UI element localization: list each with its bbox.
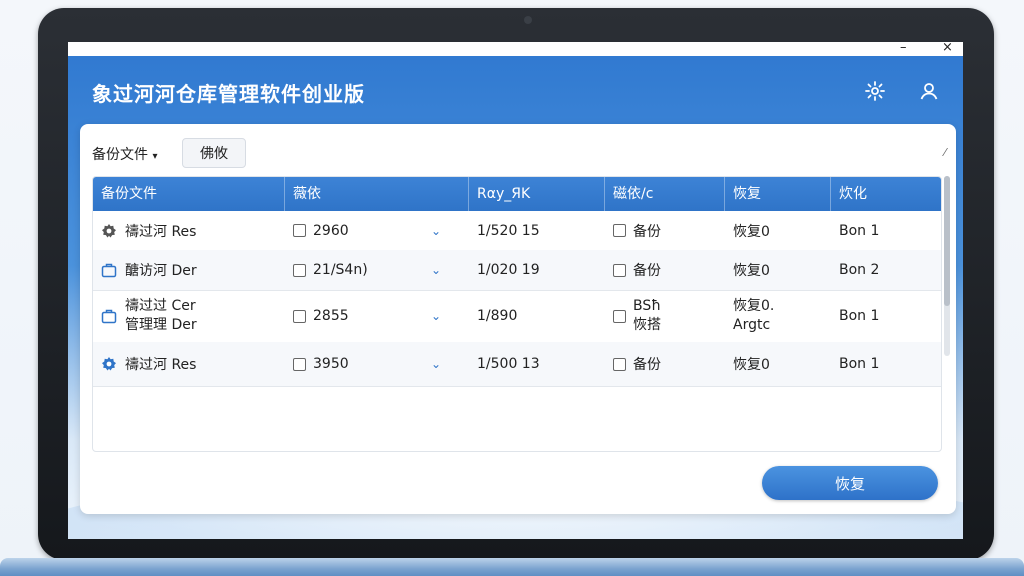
status-value: Bon 1 [839, 308, 880, 324]
user-icon[interactable] [918, 80, 940, 102]
date-value: 1/890 [477, 308, 518, 324]
type-value: 备份 [633, 357, 661, 373]
restore-value: 恢复0 [733, 357, 770, 373]
briefcase-icon [101, 263, 117, 278]
file-name-line1: 禱过过 Cer [125, 298, 196, 314]
collapse-icon[interactable]: ⁄ [944, 146, 946, 159]
row-checkbox[interactable] [293, 224, 306, 237]
row-checkbox[interactable] [293, 309, 306, 323]
restore-value-line2: Argtc [733, 317, 771, 333]
backup-file-dropdown[interactable]: 备份文件 ▾ [92, 144, 157, 164]
table-row[interactable]: 禱过河 Res 2960 ⌄ 1/520 15 备份 恢复0 Bon 1 [93, 211, 941, 251]
size-value: 2960 [313, 222, 349, 239]
chevron-down-icon[interactable]: ⌄ [431, 263, 441, 277]
size-value: 2855 [313, 308, 349, 324]
settings-sparkle-icon[interactable] [864, 80, 886, 102]
table-row[interactable]: 醣访河 Der 21/S4n) ⌄ 1/020 19 备份 恢复0 Bon 2 [93, 250, 941, 291]
row-checkbox[interactable] [293, 263, 306, 277]
table-row[interactable]: 禱过过 Cer 管理理 Der 2855 ⌄ 1/890 BSħ 恢搭 恢复0.… [93, 290, 941, 343]
type-value: 备份 [633, 263, 661, 279]
restore-button[interactable]: 恢复 [762, 466, 938, 500]
webcam [524, 16, 532, 24]
type-checkbox[interactable] [613, 357, 626, 371]
status-value: Bon 1 [839, 356, 880, 372]
date-value: 1/020 19 [477, 262, 540, 278]
col-header-status[interactable]: 炊化 [831, 177, 941, 211]
size-value: 3950 [313, 356, 349, 372]
chevron-down-icon: ▾ [152, 151, 158, 162]
status-value: Bon 2 [839, 262, 880, 278]
minimize-button[interactable]: – [900, 42, 907, 56]
row-checkbox[interactable] [293, 357, 306, 371]
type-value-line2: 恢搭 [633, 317, 661, 333]
type-checkbox[interactable] [613, 309, 626, 323]
table-row[interactable]: 禱过河 Res 3950 ⌄ 1/500 13 备份 恢复0 Bon 1 [93, 342, 941, 387]
chevron-down-icon[interactable]: ⌄ [431, 309, 441, 323]
type-value: 备份 [633, 223, 661, 240]
table-header: 备份文件 薇依 Rαy_ЯΚ 磁依/c 恢复 炊化 [93, 177, 941, 211]
restore-value-line1: 恢复0. [733, 298, 775, 314]
file-name: 醣访河 Der [125, 263, 197, 279]
backup-table: 备份文件 薇依 Rαy_ЯΚ 磁依/c 恢复 炊化 禱过河 Res 2960 ⌄… [92, 176, 942, 452]
col-header-file[interactable]: 备份文件 [93, 177, 285, 211]
size-value: 21/S4n) [313, 262, 368, 278]
app-window: – × 象过河河仓库管理软件创业版 备份文件 ▾ 佛攸 ⁄ 备份文件 薇依 Rα… [68, 42, 963, 539]
restore-value: 恢复0 [733, 263, 770, 279]
date-value: 1/520 15 [477, 222, 540, 239]
type-value-line1: BSħ [633, 298, 661, 314]
window-titlebar: – × [68, 42, 963, 56]
app-title: 象过河河仓库管理软件创业版 [92, 82, 365, 106]
laptop-base [0, 558, 1024, 576]
file-name: 禱过河 Res [125, 357, 197, 373]
dropdown-label: 备份文件 [92, 147, 148, 163]
col-header-restore[interactable]: 恢复 [725, 177, 831, 211]
chevron-down-icon[interactable]: ⌄ [431, 224, 441, 238]
restore-value: 恢复0 [733, 223, 770, 240]
toolbar-button[interactable]: 佛攸 [182, 138, 246, 168]
col-header-date[interactable]: Rαy_ЯΚ [469, 177, 605, 211]
file-name: 禱过河 Res [125, 223, 197, 240]
gear-icon [102, 357, 116, 371]
table-scrollbar[interactable] [944, 176, 950, 356]
briefcase-icon [101, 309, 117, 324]
backup-panel: 备份文件 ▾ 佛攸 ⁄ 备份文件 薇依 Rαy_ЯΚ 磁依/c 恢复 炊化 禱过… [80, 124, 956, 514]
col-header-size[interactable]: 薇依 [285, 177, 469, 211]
type-checkbox[interactable] [613, 224, 626, 237]
file-name-line2: 管理理 Der [125, 317, 197, 333]
type-checkbox[interactable] [613, 263, 626, 277]
date-value: 1/500 13 [477, 356, 540, 372]
status-value: Bon 1 [839, 222, 880, 239]
scrollbar-thumb[interactable] [944, 176, 950, 306]
col-header-type[interactable]: 磁依/c [605, 177, 725, 211]
close-button[interactable]: × [942, 42, 953, 56]
chevron-down-icon[interactable]: ⌄ [431, 357, 441, 371]
gear-star-icon [102, 223, 116, 237]
